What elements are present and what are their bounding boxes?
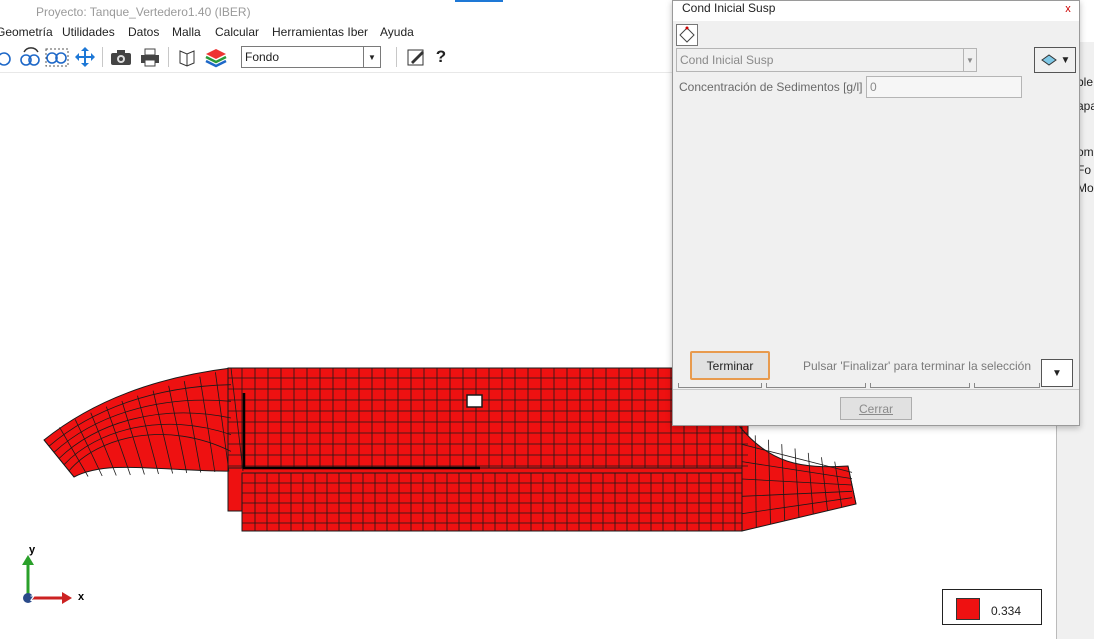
axis-label-x: x <box>78 591 85 603</box>
chevron-down-icon: ▼ <box>1060 54 1071 66</box>
hidden-button <box>766 383 866 388</box>
legend-swatch <box>956 598 980 620</box>
menu-datos[interactable]: Datos <box>128 25 159 39</box>
layers-icon[interactable] <box>203 46 229 68</box>
finish-hint: Pulsar 'Finalizar' para terminar la sele… <box>803 359 1032 373</box>
chevron-down-icon[interactable]: ▼ <box>363 47 380 67</box>
menu-herramientas-iber[interactable]: Herramientas Iber <box>272 25 368 39</box>
menu-calcular[interactable]: Calcular <box>215 25 259 39</box>
dialog-title: Cond Inicial Susp <box>682 1 776 15</box>
help-icon[interactable]: ? <box>431 46 451 68</box>
layer-combo[interactable]: Fondo ▼ <box>241 46 381 68</box>
dialog-titlebar: Cond Inicial Susp x <box>673 1 1079 21</box>
menu-bar: Geometría Utilidades Datos Malla Calcula… <box>0 22 680 42</box>
cerrar-button[interactable]: Cerrar <box>840 397 912 420</box>
menu-malla[interactable]: Malla <box>172 25 201 39</box>
layer-combo-value: Fondo <box>245 50 280 64</box>
legend-value: 0.334 <box>991 604 1022 618</box>
print-icon[interactable] <box>138 46 162 68</box>
toolbar-separator <box>168 47 169 67</box>
mesh-outlet <box>738 426 857 532</box>
toolbar-separator <box>102 47 103 67</box>
cond-inicial-dialog: Cond Inicial Susp x Cond Inicial Susp ▼ … <box>672 0 1080 426</box>
sediment-concentration-value: 0 <box>870 80 877 94</box>
condition-select[interactable]: Cond Inicial Susp ▼ <box>676 48 977 72</box>
rotate-icon[interactable] <box>0 46 16 68</box>
mesh-upper-channel <box>227 367 749 469</box>
zoom-in-icon[interactable] <box>18 46 42 68</box>
mesh-curved-inlet <box>43 367 245 478</box>
menu-utilidades[interactable]: Utilidades <box>62 25 115 39</box>
camera-icon[interactable] <box>108 46 134 68</box>
edit-icon[interactable] <box>404 46 428 68</box>
close-icon[interactable]: x <box>1060 1 1076 17</box>
condition-select-value: Cond Inicial Susp <box>680 53 774 67</box>
menu-geometria[interactable]: Geometría <box>0 25 53 39</box>
zoom-frame-icon[interactable] <box>44 46 70 68</box>
menu-ayuda[interactable]: Ayuda <box>380 25 414 39</box>
titlebar-accent <box>455 0 503 2</box>
hidden-button <box>870 383 970 388</box>
axis-label-z: z <box>30 593 35 604</box>
book-icon[interactable] <box>175 46 199 68</box>
draw-layer-button[interactable]: ▼ <box>1034 47 1076 73</box>
select-entity-icon[interactable] <box>676 24 698 46</box>
sediment-concentration-label: Concentración de Sedimentos [g/l] <box>679 80 863 94</box>
chevron-down-icon[interactable]: ▼ <box>1041 359 1073 387</box>
axes-gizmo: y x z <box>22 544 85 604</box>
window-title: Proyecto: Tanque_Vertedero1.40 (IBER) <box>36 5 251 19</box>
chevron-down-icon[interactable]: ▼ <box>963 49 976 71</box>
hidden-button <box>678 383 762 388</box>
move-icon[interactable] <box>73 46 97 68</box>
mesh-bottom-strip <box>241 472 743 532</box>
axis-label-y: y <box>29 544 36 556</box>
draw-layer-icon <box>1040 54 1057 66</box>
dialog-separator <box>673 389 1079 390</box>
mesh-highlight-element <box>466 394 483 408</box>
result-legend: 0.334 <box>942 589 1042 625</box>
sediment-concentration-input[interactable]: 0 <box>866 76 1022 98</box>
toolbar-separator <box>396 47 397 67</box>
terminar-button[interactable]: Terminar <box>690 351 770 380</box>
hidden-button <box>974 383 1040 388</box>
